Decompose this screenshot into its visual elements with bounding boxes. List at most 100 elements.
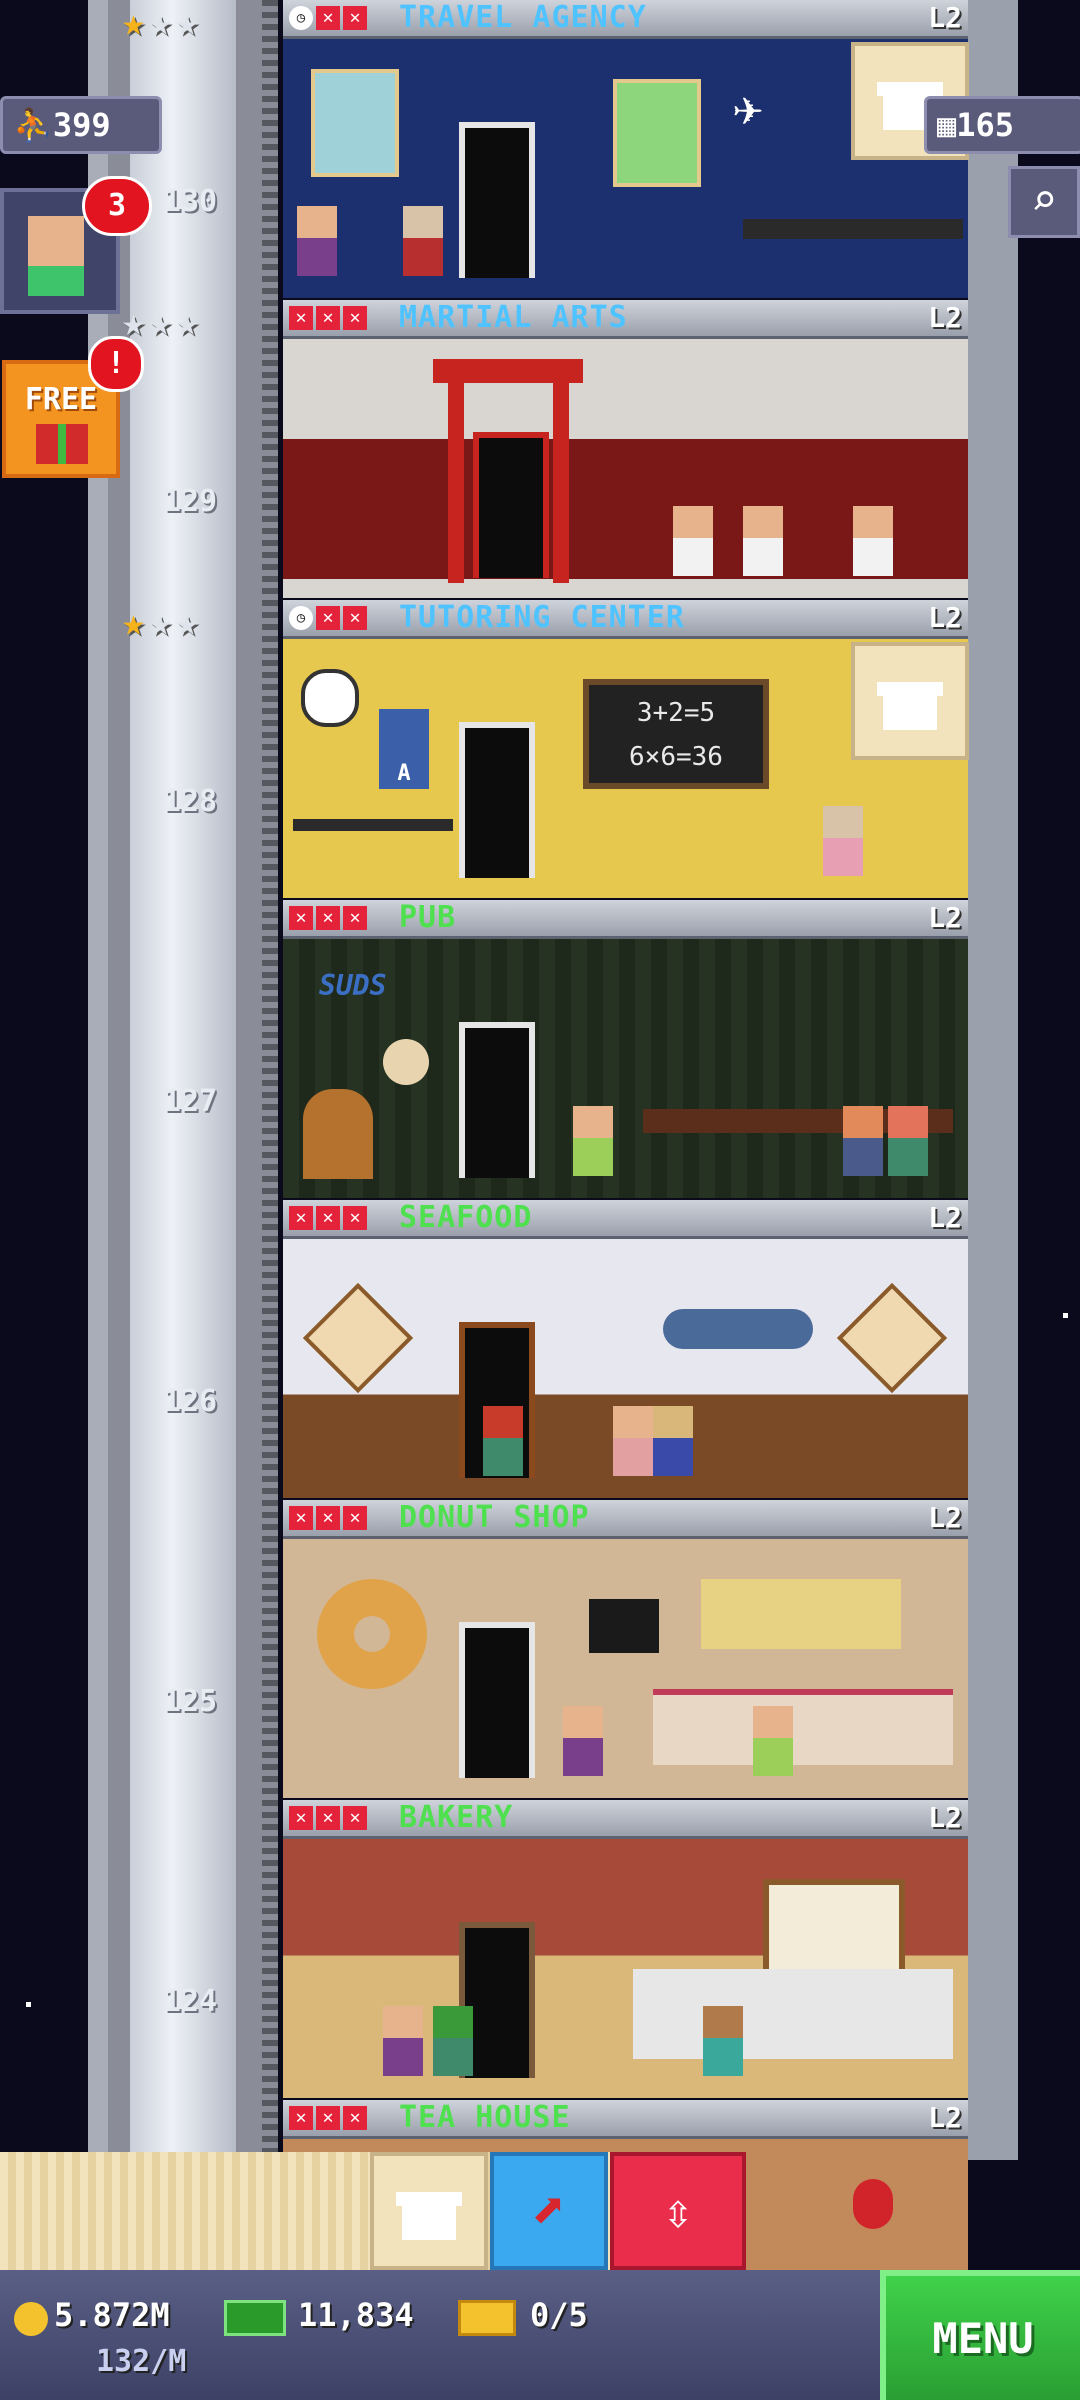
torii-gate bbox=[433, 359, 583, 383]
star-icon: ★ bbox=[175, 300, 199, 344]
room-door bbox=[459, 1022, 535, 1178]
floor-martial-arts[interactable]: ✕ ✕ ✕ MARTIAL ARTS L2 bbox=[283, 300, 968, 598]
hammer-icon: ⬈ bbox=[530, 2175, 568, 2245]
building-icon: ▦ bbox=[937, 106, 957, 144]
poster bbox=[311, 69, 399, 177]
floor-level: L2 bbox=[928, 1501, 962, 1534]
lantern-icon bbox=[853, 2179, 893, 2229]
empty-slot-icon: ✕ bbox=[316, 6, 340, 30]
room-door bbox=[459, 122, 535, 278]
stock-all-button[interactable] bbox=[370, 2152, 488, 2270]
empty-slot-icon: ✕ bbox=[343, 1506, 367, 1530]
chalkboard: 3+2=5 6×6=36 bbox=[583, 679, 769, 789]
room-interior[interactable] bbox=[283, 1539, 968, 1798]
build-floor-button[interactable]: ⬈ bbox=[490, 2152, 608, 2270]
display-case bbox=[653, 1689, 953, 1765]
floor-star-rating: ★ ★ ★ bbox=[122, 602, 262, 642]
person-icon: ⛹ bbox=[13, 106, 53, 144]
floor-header: ✕ ✕ ✕ SEAFOOD L2 bbox=[283, 1200, 968, 1239]
floor-name: TRAVEL AGENCY bbox=[399, 0, 647, 35]
floor-seafood[interactable]: ✕ ✕ ✕ SEAFOOD L2 bbox=[283, 1200, 968, 1498]
restock-box-button[interactable] bbox=[851, 642, 969, 760]
empty-slot-icon: ✕ bbox=[343, 606, 367, 630]
avatar bbox=[28, 216, 84, 266]
bux-icon bbox=[224, 2300, 286, 2336]
floor-header: ✕ ✕ ✕ TEA HOUSE L2 bbox=[283, 2100, 968, 2139]
donut-hole bbox=[354, 1616, 390, 1652]
desk bbox=[743, 219, 963, 239]
poster bbox=[613, 79, 701, 187]
empty-slot-icon: ✕ bbox=[343, 1806, 367, 1830]
room-interior[interactable]: SUDS bbox=[283, 939, 968, 1198]
floor-number: 128 bbox=[162, 784, 218, 819]
room-interior[interactable] bbox=[283, 1239, 968, 1498]
room-door bbox=[473, 432, 549, 578]
empty-slot-icon: ✕ bbox=[343, 306, 367, 330]
floor-number: 125 bbox=[162, 1684, 218, 1719]
notification-badge: 3 bbox=[82, 176, 152, 236]
elevator-button[interactable]: ⇳ bbox=[610, 2152, 746, 2270]
menu-board bbox=[763, 1879, 905, 1981]
floor-name: SEAFOOD bbox=[399, 1200, 533, 1235]
floor-pub[interactable]: ✕ ✕ ✕ PUB L2 SUDS bbox=[283, 900, 968, 1198]
star-icon: ★ bbox=[148, 0, 172, 44]
empty-slot-icon: ✕ bbox=[289, 1506, 313, 1530]
menu-label: MENU bbox=[932, 2314, 1034, 2363]
bux-value: 11,834 bbox=[298, 2296, 414, 2334]
population-value: 399 bbox=[52, 106, 111, 144]
floor-header: ◷ ✕ ✕ TUTORING CENTER L2 bbox=[283, 600, 968, 639]
floor-name: BAKERY bbox=[399, 1800, 514, 1835]
empty-slot-icon: ✕ bbox=[343, 906, 367, 930]
menu-board bbox=[589, 1599, 659, 1653]
floor-bakery[interactable]: ✕ ✕ ✕ BAKERY L2 bbox=[283, 1800, 968, 2098]
room-interior[interactable] bbox=[283, 1839, 968, 2098]
floor-level: L2 bbox=[928, 1801, 962, 1834]
torii-post bbox=[553, 383, 569, 583]
star-icon: ★ bbox=[148, 300, 172, 344]
avatar-body bbox=[28, 266, 84, 296]
desk bbox=[293, 819, 453, 831]
magnifier-icon: ⌕ bbox=[1030, 175, 1058, 226]
floor-number: 130 bbox=[162, 184, 218, 219]
floor-level: L2 bbox=[928, 301, 962, 334]
empty-slot-icon: ✕ bbox=[316, 2106, 340, 2130]
floor-name: TUTORING CENTER bbox=[399, 600, 685, 635]
menu-button[interactable]: MENU bbox=[880, 2270, 1080, 2400]
coins-value: 5.872M bbox=[54, 2296, 170, 2334]
floor-number: 124 bbox=[162, 1984, 218, 2019]
empty-slot-icon: ✕ bbox=[316, 1206, 340, 1230]
wall-clock-icon bbox=[301, 669, 359, 727]
empty-slot-icon: ✕ bbox=[316, 1806, 340, 1830]
floor-level: L2 bbox=[928, 601, 962, 634]
up-down-arrows-icon: ⇳ bbox=[662, 2182, 694, 2240]
shaft-rail bbox=[262, 0, 278, 2160]
dartboard-icon bbox=[383, 1039, 429, 1085]
room-door bbox=[459, 722, 535, 878]
ticket-icon bbox=[458, 2300, 516, 2336]
background-star bbox=[26, 2002, 31, 2007]
star-icon: ★ bbox=[122, 600, 145, 644]
tower-right-wall bbox=[968, 0, 1018, 2160]
floor-header: ✕ ✕ ✕ PUB L2 bbox=[283, 900, 968, 939]
jukebox bbox=[303, 1089, 373, 1179]
empty-slot-icon: ✕ bbox=[289, 1806, 313, 1830]
floor-star-rating: ★ ★ ★ bbox=[122, 2, 262, 42]
poster: A bbox=[379, 709, 429, 789]
floor-name: PUB bbox=[399, 900, 457, 935]
room-interior[interactable] bbox=[283, 339, 968, 598]
floor-header: ✕ ✕ ✕ BAKERY L2 bbox=[283, 1800, 968, 1839]
star-icon: ★ bbox=[148, 600, 172, 644]
floor-donut-shop[interactable]: ✕ ✕ ✕ DONUT SHOP L2 bbox=[283, 1500, 968, 1798]
empty-slot-icon: ✕ bbox=[316, 1506, 340, 1530]
marlin-trophy bbox=[663, 1309, 813, 1349]
clock-icon: ◷ bbox=[289, 606, 313, 630]
empty-slot-icon: ✕ bbox=[343, 1206, 367, 1230]
search-button[interactable]: ⌕ bbox=[1008, 166, 1080, 238]
floor-name: DONUT SHOP bbox=[399, 1500, 590, 1535]
tickets-value: 0/5 bbox=[530, 2296, 588, 2334]
floor-number: 126 bbox=[162, 1384, 218, 1419]
background-star bbox=[1063, 1313, 1068, 1318]
empty-slot-icon: ✕ bbox=[316, 906, 340, 930]
coins-per-minute: 132/M bbox=[96, 2344, 187, 2379]
crab-picture bbox=[836, 1282, 948, 1394]
